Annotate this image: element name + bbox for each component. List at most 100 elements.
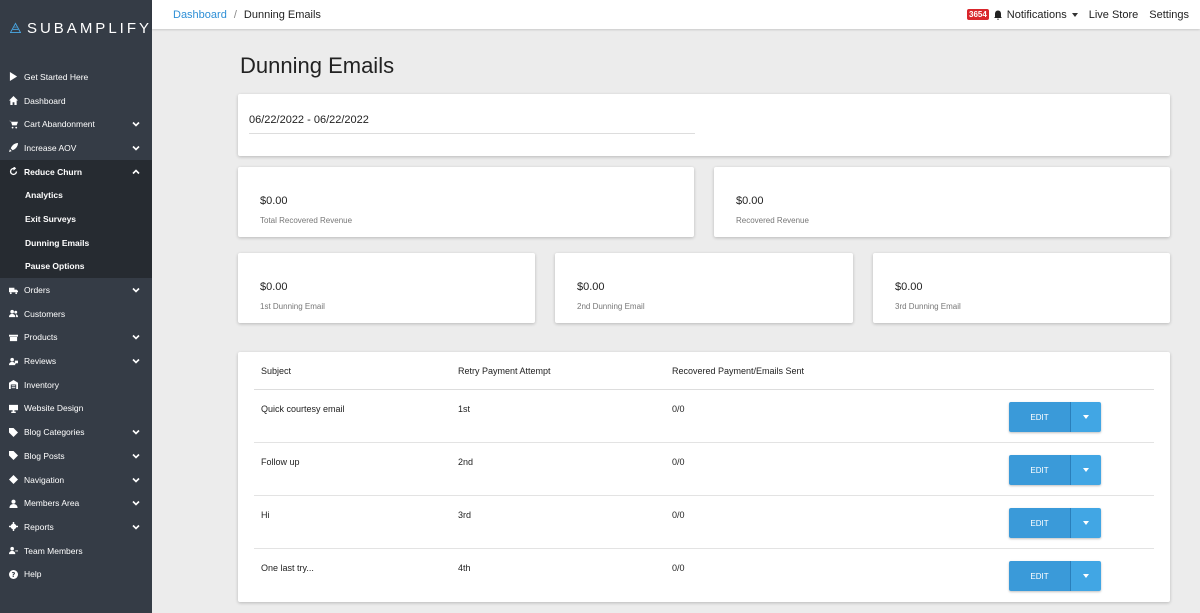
dunning-emails-table: Subject Retry Payment Attempt Recovered … xyxy=(238,352,1170,602)
caret-down-icon xyxy=(1071,12,1078,17)
tag-icon xyxy=(8,451,18,461)
column-header-attempt: Retry Payment Attempt xyxy=(458,366,551,376)
chevron-down-icon xyxy=(132,286,140,294)
row-subject: Follow up xyxy=(261,457,300,467)
caret-down-icon xyxy=(1083,574,1089,578)
stat-value: $0.00 xyxy=(895,281,923,293)
edit-dropdown-toggle[interactable] xyxy=(1071,561,1101,591)
edit-button-group: EDIT xyxy=(1009,402,1101,432)
breadcrumb-home-link[interactable]: Dashboard xyxy=(173,9,227,21)
sidebar-item-products[interactable]: Products xyxy=(0,326,152,350)
sidebar-item-get-started[interactable]: Get Started Here xyxy=(0,65,152,89)
sidebar-item-label: Get Started Here xyxy=(24,71,89,82)
stat-card-third-dunning: $0.00 3rd Dunning Email xyxy=(873,253,1170,323)
sidebar-nav: Get Started Here Dashboard Cart Abandonm… xyxy=(0,65,152,586)
edit-button[interactable]: EDIT xyxy=(1009,561,1071,591)
edit-button[interactable]: EDIT xyxy=(1009,508,1071,538)
bell-icon xyxy=(993,10,1002,20)
sidebar-item-label: Dashboard xyxy=(24,95,66,106)
edit-button-group: EDIT xyxy=(1009,455,1101,485)
sidebar-item-dashboard[interactable]: Dashboard xyxy=(0,89,152,113)
column-header-recovered: Recovered Payment/Emails Sent xyxy=(672,366,805,376)
rocket-icon xyxy=(8,143,18,153)
notifications-dropdown[interactable]: Notifications xyxy=(1007,9,1078,21)
stat-card-second-dunning: $0.00 2nd Dunning Email xyxy=(555,253,853,323)
edit-dropdown-toggle[interactable] xyxy=(1071,508,1101,538)
edit-button[interactable]: EDIT xyxy=(1009,402,1071,432)
stat-label: Total Recovered Revenue xyxy=(260,216,353,225)
row-subject: One last try... xyxy=(261,563,314,573)
edit-dropdown-toggle[interactable] xyxy=(1071,402,1101,432)
breadcrumb-separator: / xyxy=(233,8,237,21)
sidebar-item-inventory[interactable]: Inventory xyxy=(0,373,152,397)
sidebar-subitem-pause-options[interactable]: Pause Options xyxy=(0,255,152,279)
table-row: Hi 3rd 0/0 EDIT xyxy=(254,496,1154,549)
box-icon xyxy=(8,332,18,342)
table-header: Subject Retry Payment Attempt Recovered … xyxy=(254,352,1154,390)
row-attempt: 4th xyxy=(458,563,471,573)
sidebar-item-reports[interactable]: Reports xyxy=(0,515,152,539)
sidebar-item-navigation[interactable]: Navigation xyxy=(0,468,152,492)
sidebar-subitem-exit-surveys[interactable]: Exit Surveys xyxy=(0,207,152,231)
date-range-input[interactable]: 06/22/2022 - 06/22/2022 xyxy=(249,114,369,126)
logo-triangle-icon xyxy=(10,22,21,34)
edit-dropdown-toggle[interactable] xyxy=(1071,455,1101,485)
users-icon xyxy=(8,309,18,319)
chevron-down-icon xyxy=(132,428,140,436)
svg-text:?: ? xyxy=(11,571,15,579)
row-ratio: 0/0 xyxy=(672,563,685,573)
sidebar: SUBAMPLIFY Get Started Here Dashboard Ca… xyxy=(0,0,152,613)
sidebar-item-label: Blog Categories xyxy=(24,427,85,438)
edit-button-group: EDIT xyxy=(1009,508,1101,538)
table-row: One last try... 4th 0/0 EDIT xyxy=(254,549,1154,602)
sidebar-subitem-dunning-emails[interactable]: Dunning Emails xyxy=(0,231,152,255)
sidebar-item-label: Increase AOV xyxy=(24,142,77,153)
page-title: Dunning Emails xyxy=(240,53,395,78)
reduce-churn-submenu: Analytics Exit Surveys Dunning Emails Pa… xyxy=(0,183,152,279)
sidebar-subitem-label: Dunning Emails xyxy=(25,237,90,248)
sidebar-item-label: Cart Abandonment xyxy=(24,119,95,130)
sidebar-subitem-analytics[interactable]: Analytics xyxy=(0,183,152,207)
chevron-down-icon xyxy=(132,452,140,460)
sidebar-item-reduce-churn[interactable]: Reduce Churn xyxy=(0,159,152,184)
chevron-down-icon xyxy=(132,523,140,531)
user-icon xyxy=(8,498,18,508)
stat-value: $0.00 xyxy=(736,195,764,207)
settings-link[interactable]: Settings xyxy=(1149,9,1189,21)
chevron-down-icon xyxy=(132,357,140,365)
caret-down-icon xyxy=(1083,521,1089,525)
sidebar-item-blog-categories[interactable]: Blog Categories xyxy=(0,420,152,444)
sidebar-item-reviews[interactable]: Reviews xyxy=(0,349,152,373)
caret-down-icon xyxy=(1083,415,1089,419)
chevron-down-icon xyxy=(132,144,140,152)
edit-button[interactable]: EDIT xyxy=(1009,455,1071,485)
sidebar-subitem-label: Pause Options xyxy=(25,261,85,272)
compass-icon xyxy=(8,475,18,485)
chevron-down-icon xyxy=(132,476,140,484)
row-attempt: 3rd xyxy=(458,510,472,520)
row-subject: Quick courtesy email xyxy=(261,404,345,414)
sidebar-item-website-design[interactable]: Website Design xyxy=(0,397,152,421)
row-attempt: 2nd xyxy=(458,457,474,467)
stat-label: 3rd Dunning Email xyxy=(895,302,961,311)
date-range-underline xyxy=(249,133,695,134)
cart-icon xyxy=(8,119,18,129)
sidebar-item-label: Products xyxy=(24,332,58,343)
sidebar-item-help[interactable]: ? Help xyxy=(0,562,152,586)
sidebar-item-blog-posts[interactable]: Blog Posts xyxy=(0,444,152,468)
sidebar-item-customers[interactable]: Customers xyxy=(0,302,152,326)
live-store-link[interactable]: Live Store xyxy=(1089,9,1139,21)
stat-value: $0.00 xyxy=(260,195,288,207)
brand-logo[interactable]: SUBAMPLIFY xyxy=(0,0,152,56)
chevron-up-icon xyxy=(132,168,140,176)
sidebar-item-cart-abandonment[interactable]: Cart Abandonment xyxy=(0,112,152,136)
desktop-icon xyxy=(8,403,18,413)
sidebar-item-members-area[interactable]: Members Area xyxy=(0,491,152,515)
edit-button-group: EDIT xyxy=(1009,561,1101,591)
sidebar-item-team-members[interactable]: Team Members xyxy=(0,539,152,563)
sidebar-item-label: Team Members xyxy=(24,545,83,556)
sidebar-item-increase-aov[interactable]: Increase AOV xyxy=(0,136,152,160)
sidebar-item-label: Inventory xyxy=(24,379,59,390)
sidebar-item-label: Reviews xyxy=(24,356,57,367)
sidebar-item-orders[interactable]: Orders xyxy=(0,278,152,302)
